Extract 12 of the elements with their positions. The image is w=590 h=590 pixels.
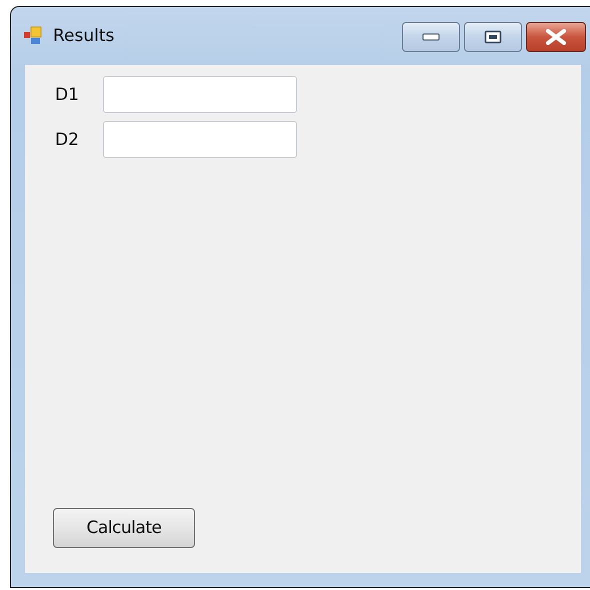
- input-field[interactable]: [103, 121, 297, 158]
- field-label: D2: [55, 130, 80, 150]
- input-field[interactable]: [103, 76, 297, 113]
- restore-icon: [484, 30, 502, 44]
- minimize-icon: [422, 33, 440, 41]
- close-icon: [545, 29, 567, 45]
- window-title: Results: [53, 26, 116, 46]
- close-button[interactable]: [526, 22, 586, 52]
- calculate-button[interactable]: Calculate: [53, 508, 195, 548]
- field-label: D1: [55, 84, 80, 104]
- maximize-button[interactable]: [464, 22, 522, 52]
- minimize-button[interactable]: [402, 22, 460, 52]
